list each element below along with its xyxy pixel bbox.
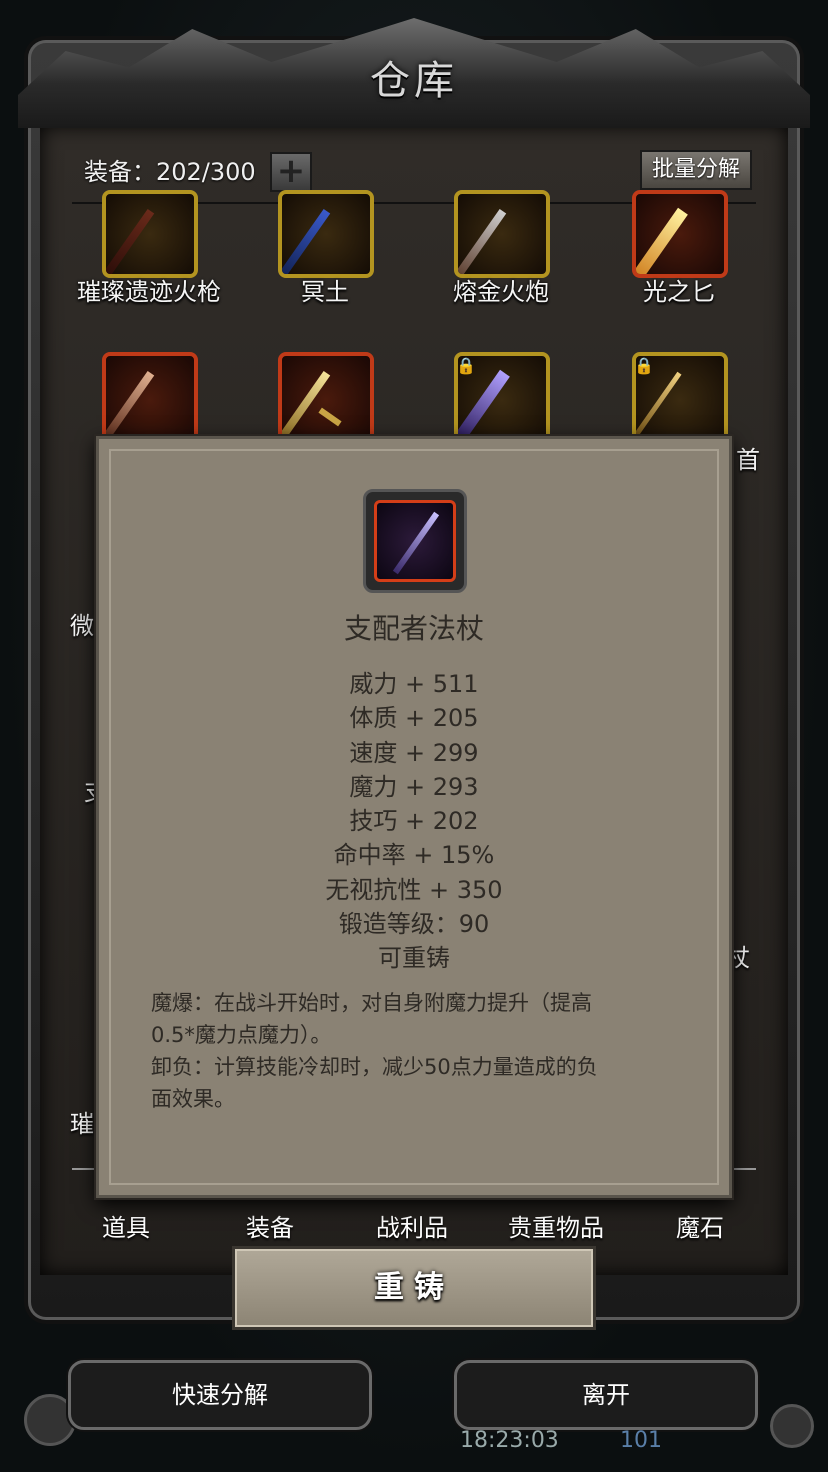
stat-line: 锻造等级：90 — [338, 910, 490, 939]
stat-line: 威力 + 511 — [349, 670, 479, 698]
tab-items[interactable]: 道具 — [102, 1208, 150, 1243]
item-icon-frame — [374, 500, 456, 582]
dominator-staff-icon — [363, 489, 467, 593]
desc-line: 0.5*魔力点魔力）。 — [151, 1023, 332, 1047]
expand-capacity-button[interactable]: + — [270, 152, 312, 192]
stat-line: 可重铸 — [378, 944, 450, 973]
plus-circle-icon[interactable] — [770, 1404, 814, 1448]
lock-icon: 🔒 — [456, 356, 476, 375]
item-stats: 威力 + 511 体质 + 205 速度 + 299 魔力 + 293 技巧 +… — [99, 667, 729, 976]
item-slot[interactable] — [278, 190, 374, 278]
item-slot[interactable] — [278, 352, 374, 448]
item-name-fragment: 璀 — [70, 1110, 94, 1138]
stat-line: 命中率 + 15% — [333, 841, 495, 870]
stat-line: 技巧 + 202 — [349, 807, 479, 836]
item-name-fragment: 微 — [70, 612, 94, 640]
item-slot[interactable] — [102, 190, 198, 278]
stat-line: 速度 + 299 — [349, 738, 479, 767]
clock-text: 18:23:03 — [460, 1428, 559, 1453]
item-name: 冥土 — [301, 278, 349, 306]
leave-button[interactable]: 离开 — [454, 1360, 758, 1430]
tab-magic-stones[interactable]: 魔石 — [676, 1208, 724, 1243]
desc-line: 面效果。 — [151, 1087, 235, 1111]
item-slot[interactable] — [102, 352, 198, 448]
item-name: 璀璨遗迹火枪 — [77, 278, 221, 306]
desc-line: 魔爆：在战斗开始时，对自身附魔力提升（提高 — [151, 991, 592, 1015]
staff-graphic — [392, 511, 440, 575]
tab-equipment[interactable]: 装备 — [246, 1208, 294, 1243]
gem-count: 101 — [620, 1428, 662, 1453]
batch-decompose-button[interactable]: 批量分解 — [640, 150, 752, 190]
item-name: 光之匕 — [643, 278, 715, 306]
item-name: 熔金火炮 — [453, 278, 549, 306]
item-name-fragment: 首 — [736, 446, 760, 474]
stat-line: 体质 + 205 — [349, 704, 479, 733]
item-slot[interactable] — [632, 190, 728, 278]
lock-icon: 🔒 — [634, 356, 654, 375]
tab-valuables[interactable]: 贵重物品 — [508, 1208, 604, 1243]
item-detail-popup: 支配者法杖 威力 + 511 体质 + 205 速度 + 299 魔力 + 29… — [96, 436, 732, 1198]
item-slot[interactable] — [454, 190, 550, 278]
desc-line: 卸负：计算技能冷却时，减少50点力量造成的负 — [151, 1055, 598, 1079]
item-description: 魔爆：在战斗开始时，对自身附魔力提升（提高 0.5*魔力点魔力）。 卸负：计算技… — [151, 987, 681, 1115]
stat-line: 魔力 + 293 — [349, 772, 479, 801]
tab-loot[interactable]: 战利品 — [376, 1208, 448, 1243]
quick-decompose-button[interactable]: 快速分解 — [68, 1360, 372, 1430]
stat-line: 无视抗性 + 350 — [325, 875, 503, 904]
equipment-count: 装备：202/300 — [84, 158, 256, 186]
item-title: 支配者法杖 — [343, 612, 484, 645]
plus-icon: + — [276, 151, 306, 191]
window-title: 仓库 — [370, 58, 458, 104]
reforge-button[interactable]: 重铸 — [232, 1246, 596, 1330]
